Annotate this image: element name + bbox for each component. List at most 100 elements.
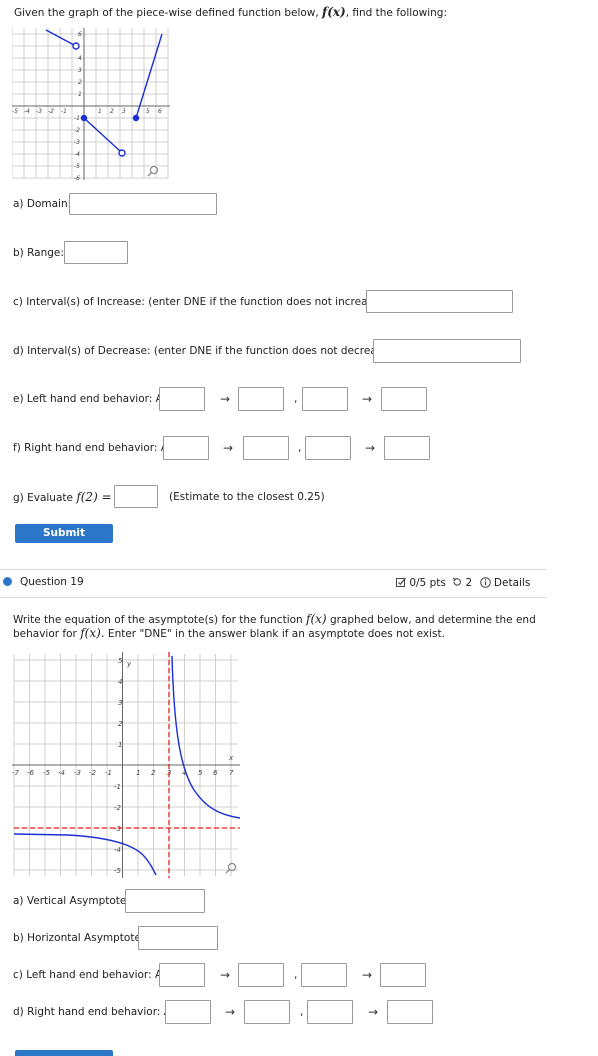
- q19-prompt-fn: f(x).: [80, 626, 105, 640]
- q18-right-y-input[interactable]: [305, 436, 351, 460]
- q19-prompt-text-end: graphed below, and determine the end: [326, 614, 536, 626]
- graph2-ytick: 3: [118, 699, 122, 707]
- increase-label: c) Interval(s) of Increase: (enter DNE i…: [13, 296, 388, 308]
- decrease-label: d) Interval(s) of Decrease: (enter DNE i…: [13, 345, 397, 357]
- score-text: 0/5 pts: [409, 577, 446, 589]
- q18-left-y-input[interactable]: [302, 387, 348, 411]
- graph2-ytick: 2: [118, 720, 123, 728]
- q19-right-x-limit-input[interactable]: [244, 1000, 290, 1024]
- q18-right-y-limit-input[interactable]: [384, 436, 430, 460]
- range-input[interactable]: [64, 241, 128, 264]
- q18-right-x-limit-input[interactable]: [243, 436, 289, 460]
- q19-left-y-limit-input[interactable]: [380, 963, 426, 987]
- domain-input[interactable]: [69, 193, 217, 215]
- graph1-xtick: 1: [98, 108, 102, 115]
- graph1-ytick: -3: [74, 139, 80, 146]
- q19-right-y-input[interactable]: [307, 1000, 353, 1024]
- q19-prompt-text: behavior for: [13, 628, 81, 640]
- graph2-ytick: -1: [114, 783, 121, 791]
- info-icon: [479, 577, 491, 588]
- graph1-xtick: 3: [122, 108, 126, 115]
- q19-right-x-input[interactable]: [165, 1000, 211, 1024]
- divider: [0, 597, 546, 598]
- graph1-ytick: -6: [74, 175, 80, 182]
- graph2-xtick: 7: [229, 769, 234, 777]
- arrow-icon: →: [365, 441, 376, 455]
- details-link[interactable]: Details: [479, 577, 531, 589]
- vertical-asymptote-input[interactable]: [125, 889, 205, 913]
- question-status-dot-icon: [3, 577, 12, 586]
- q19-submit-button[interactable]: [15, 1050, 113, 1056]
- q19-prompt-line1: Write the equation of the asymptote(s) f…: [13, 612, 536, 626]
- graph2-ytick: -2: [114, 804, 122, 812]
- arrow-icon: →: [220, 392, 231, 406]
- graph1-xtick: -4: [24, 108, 30, 115]
- graph2-xtick: -1: [105, 769, 112, 777]
- graph1-xtick: -3: [36, 108, 42, 115]
- increase-input[interactable]: [366, 290, 513, 313]
- question-meta: 0/5 pts 2 Details: [396, 577, 530, 589]
- graph2-xtick: -7: [12, 769, 20, 777]
- comma: ,: [298, 442, 302, 454]
- graph1-ytick: 3: [78, 67, 82, 74]
- q19-left-x-input[interactable]: [159, 963, 205, 987]
- comma: ,: [300, 1006, 304, 1018]
- submit-question-button[interactable]: Submit Question: [15, 524, 113, 558]
- graph2-xtick: -6: [27, 769, 35, 777]
- q18-left-y-limit-input[interactable]: [381, 387, 427, 411]
- graph2-y-label: y: [126, 660, 132, 668]
- q19-left-end-label: c) Left hand end behavior: As: [13, 969, 168, 981]
- q18-left-x-input[interactable]: [159, 387, 205, 411]
- range-label: b) Range:: [13, 247, 64, 259]
- graph1-ytick: -2: [74, 127, 80, 134]
- vertical-asymptote-label: a) Vertical Asymptote:: [13, 895, 130, 907]
- graph1-open-point: [72, 42, 80, 50]
- graph1-xtick: 2: [110, 108, 114, 115]
- graph1-ytick: -4: [74, 151, 80, 158]
- q19-right-end-label: d) Right hand end behavior: As: [13, 1006, 177, 1018]
- rational-function-graph: -7 -6 -5 -4 -3 -2 -1 1 2 3 4 5 6 7 5 4 3…: [12, 652, 241, 878]
- divider: [0, 569, 546, 570]
- q19-prompt-text: Write the equation of the asymptote(s) f…: [13, 614, 307, 626]
- q18-right-end-label: f) Right hand end behavior: As: [13, 442, 174, 454]
- score-check-icon: [396, 577, 406, 587]
- decrease-input[interactable]: [373, 339, 521, 363]
- q19-left-y-input[interactable]: [301, 963, 347, 987]
- evaluate-expression: f(2) =: [76, 490, 112, 504]
- graph2-ytick: 1: [118, 741, 122, 749]
- evaluate-input[interactable]: [114, 485, 158, 508]
- retries-count: 2: [465, 577, 473, 589]
- graph2-curve-right-branch: [171, 655, 241, 819]
- graph2-xtick: 5: [198, 769, 203, 777]
- q19-prompt-text-end: Enter "DNE" in the answer blank if an as…: [104, 628, 445, 640]
- arrow-icon: →: [368, 1005, 379, 1019]
- graph2-x-label: x: [228, 754, 234, 762]
- graph2-xtick: -2: [89, 769, 97, 777]
- graph1-ytick: -1: [74, 115, 80, 122]
- details-label: Details: [493, 577, 531, 589]
- graph2-ytick: -5: [114, 867, 122, 875]
- graph1-segment-right: [135, 33, 163, 119]
- graph1-ytick: 1: [78, 91, 82, 98]
- graph1-xtick: 6: [158, 108, 162, 115]
- graph1-ytick: 2: [78, 79, 82, 86]
- estimate-note: (Estimate to the closest 0.25): [169, 491, 325, 503]
- q18-left-x-limit-input[interactable]: [238, 387, 284, 411]
- horizontal-asymptote-input[interactable]: [138, 926, 218, 950]
- q19-left-x-limit-input[interactable]: [238, 963, 284, 987]
- graph2-xtick: 1: [136, 769, 140, 777]
- graph2-ytick: 4: [118, 678, 122, 686]
- arrow-icon: →: [225, 1005, 236, 1019]
- question-19-title: Question 19: [20, 576, 84, 588]
- arrow-icon: →: [362, 968, 373, 982]
- q18-prompt-text-end: , find the following:: [345, 7, 447, 19]
- piecewise-graph: -5 -4 -3 -2 -1 1 2 3 5 6 6 4 3 2 1 -1 -2…: [12, 28, 170, 182]
- graph1-xtick: 5: [146, 108, 150, 115]
- graph2-ytick: -4: [114, 846, 121, 854]
- q19-right-y-limit-input[interactable]: [387, 1000, 433, 1024]
- q18-right-x-input[interactable]: [163, 436, 209, 460]
- q19-prompt-line2: behavior for f(x). Enter "DNE" in the an…: [13, 626, 445, 640]
- graph2-xtick: -5: [43, 769, 51, 777]
- graph2-xtick: -4: [58, 769, 65, 777]
- graph1-ytick: 4: [78, 55, 82, 62]
